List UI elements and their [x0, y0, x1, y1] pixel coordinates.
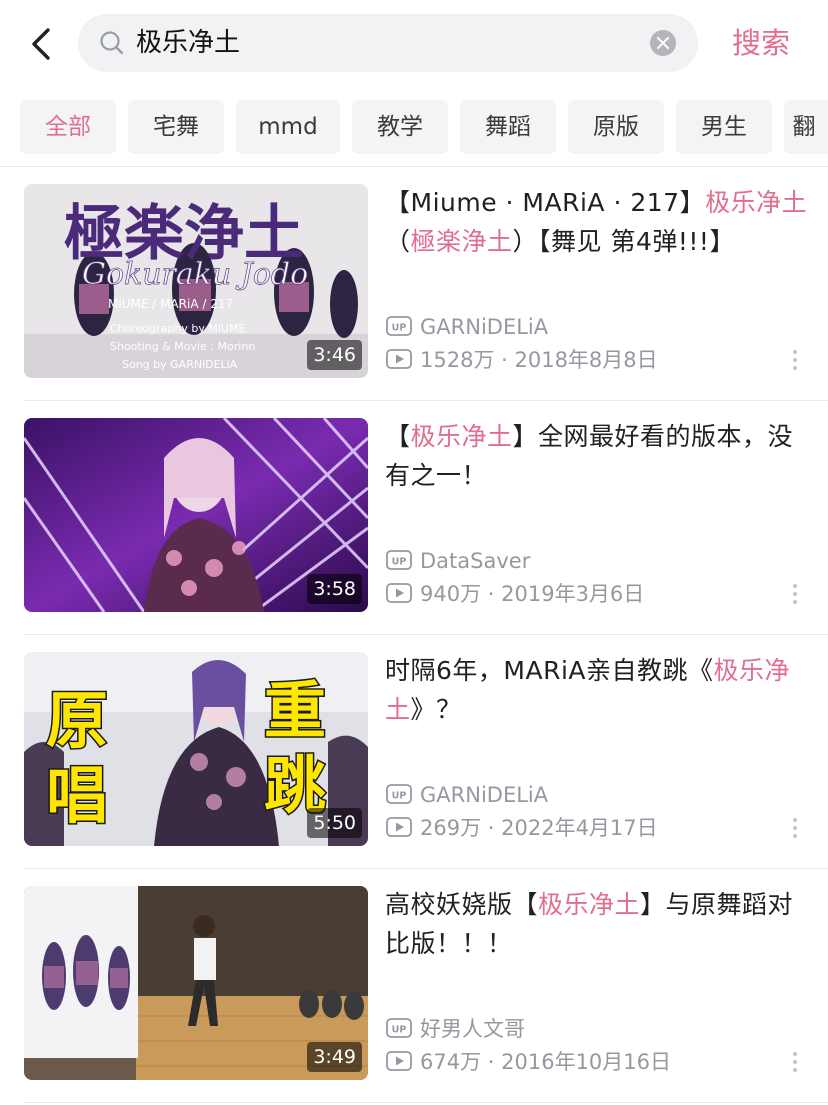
video-item[interactable]: 3:49 高校妖娆版【极乐净土】与原舞蹈对比版！！！ UP 好男人文哥 674万 …	[0, 869, 828, 1103]
uploader-row[interactable]: UP GARNiDELiA	[386, 313, 548, 341]
search-query[interactable]: 极乐净土	[136, 14, 240, 72]
up-badge-icon: UP	[386, 1017, 412, 1039]
chevron-left-icon	[32, 28, 50, 60]
tab-otaku-dance[interactable]: 宅舞	[128, 100, 224, 154]
thumb-subtitle-text: Gokuraku Jodo	[82, 257, 308, 292]
uploader-name: GARNiDELiA	[420, 315, 549, 339]
thumb-credit-text: Choreography by MiUME	[110, 322, 245, 335]
svg-text:UP: UP	[392, 323, 407, 334]
search-field[interactable]: 极乐净土	[78, 14, 698, 72]
thumb-left-text-2: 唱	[46, 759, 108, 832]
title-keyword-highlight: 极乐净土	[538, 890, 641, 919]
clear-icon[interactable]	[650, 30, 676, 56]
tab-all[interactable]: 全部	[20, 100, 116, 154]
play-count-icon	[386, 348, 412, 370]
uploader-name: GARNiDELiA	[420, 783, 549, 807]
thumb-credit-text: Shooting & Movie : Morinn	[110, 340, 255, 353]
title-text: 时隔6年，MARiA亲自教跳《	[385, 656, 714, 685]
title-text: （	[385, 227, 411, 256]
video-title[interactable]: 高校妖娆版【极乐净土】与原舞蹈对比版！！！	[385, 885, 810, 963]
title-text: 高校妖娆版【	[385, 890, 539, 919]
uploader-name: DataSaver	[420, 549, 531, 573]
play-count: 674万	[420, 1050, 482, 1074]
video-title[interactable]: 【极乐净土】全网最好看的版本，没有之一！	[385, 417, 810, 495]
up-badge-icon: UP	[386, 549, 412, 571]
play-count: 269万	[420, 816, 482, 840]
up-badge-icon: UP	[386, 315, 412, 337]
uploader-name: 好男人文哥	[420, 1017, 525, 1041]
more-vertical-icon[interactable]	[790, 581, 800, 611]
play-count: 940万	[420, 582, 482, 606]
divider	[24, 1102, 828, 1103]
title-keyword-highlight: 極楽浄土	[410, 227, 513, 256]
upload-date: 2018年8月8日	[514, 348, 658, 372]
stats-row: 674万 · 2016年10月16日	[386, 1048, 671, 1076]
svg-text:UP: UP	[392, 791, 407, 802]
stats-row: 940万 · 2019年3月6日	[386, 580, 644, 608]
video-duration: 5:50	[307, 808, 362, 838]
upload-date: 2019年3月6日	[501, 582, 645, 606]
play-count-icon	[386, 1050, 412, 1072]
play-count-icon	[386, 582, 412, 604]
uploader-row[interactable]: UP 好男人文哥	[386, 1015, 525, 1043]
video-duration: 3:46	[307, 340, 362, 370]
video-item[interactable]: 原 唱 重 跳 5:50 时隔6年，MARiA亲自教跳《极乐净土》？ UP GAR…	[0, 635, 828, 869]
video-thumbnail[interactable]: 3:58	[24, 418, 368, 612]
title-keyword-highlight: 极乐净土	[410, 422, 513, 451]
thumb-right-text-1: 重	[264, 674, 326, 747]
tab-original[interactable]: 原版	[568, 100, 664, 154]
video-thumbnail[interactable]: 原 唱 重 跳 5:50	[24, 652, 368, 846]
video-duration: 3:49	[307, 1042, 362, 1072]
title-text: 》？	[410, 695, 462, 724]
thumb-left-text-1: 原	[46, 684, 108, 757]
search-icon	[100, 31, 124, 55]
thumb-credit-text: Song by GARNiDELiA	[122, 358, 238, 371]
uploader-row[interactable]: UP DataSaver	[386, 547, 530, 575]
more-vertical-icon[interactable]	[790, 1049, 800, 1079]
tab-mmd[interactable]: mmd	[236, 100, 340, 154]
video-item[interactable]: 極楽浄土 Gokuraku Jodo MiUME / MARiA / 217 C…	[0, 167, 828, 401]
svg-text:UP: UP	[392, 557, 407, 568]
upload-date: 2016年10月16日	[501, 1050, 672, 1074]
video-thumbnail[interactable]: 極楽浄土 Gokuraku Jodo MiUME / MARiA / 217 C…	[24, 184, 368, 378]
search-header: 极乐净土 搜索	[0, 0, 828, 88]
video-item[interactable]: 3:58 【极乐净土】全网最好看的版本，没有之一！ UP DataSaver 94…	[0, 401, 828, 635]
more-vertical-icon[interactable]	[790, 347, 800, 377]
tab-male[interactable]: 男生	[676, 100, 772, 154]
video-thumbnail[interactable]: 3:49	[24, 886, 368, 1080]
upload-date: 2022年4月17日	[501, 816, 658, 840]
video-duration: 3:58	[307, 574, 362, 604]
play-count-icon	[386, 816, 412, 838]
stats-row: 1528万 · 2018年8月8日	[386, 346, 658, 374]
title-text: 【Miume · MARiA · 217】	[385, 188, 706, 217]
video-title[interactable]: 【Miume · MARiA · 217】极乐净土 （極楽浄土）【舞见 第4弹!!…	[385, 183, 810, 261]
uploader-row[interactable]: UP GARNiDELiA	[386, 781, 548, 809]
title-text: ）【舞见 第4弹!!!】	[512, 227, 735, 256]
video-title[interactable]: 时隔6年，MARiA亲自教跳《极乐净土》？	[385, 651, 810, 729]
tab-tutorial[interactable]: 教学	[352, 100, 448, 154]
play-count: 1528万	[420, 348, 495, 372]
title-keyword-highlight: 极乐净土	[705, 188, 808, 217]
more-vertical-icon[interactable]	[790, 815, 800, 845]
filter-tabs: 全部 宅舞 mmd 教学 舞蹈 原版 男生 翻	[20, 100, 828, 154]
up-badge-icon: UP	[386, 783, 412, 805]
tab-dance[interactable]: 舞蹈	[460, 100, 556, 154]
title-text: 【	[385, 422, 411, 451]
tab-cover[interactable]: 翻	[784, 100, 828, 154]
stats-row: 269万 · 2022年4月17日	[386, 814, 658, 842]
search-button[interactable]: 搜索	[732, 20, 790, 66]
back-button[interactable]	[22, 22, 62, 66]
thumb-credit-text: MiUME / MARiA / 217	[108, 297, 233, 311]
svg-text:UP: UP	[392, 1025, 407, 1036]
